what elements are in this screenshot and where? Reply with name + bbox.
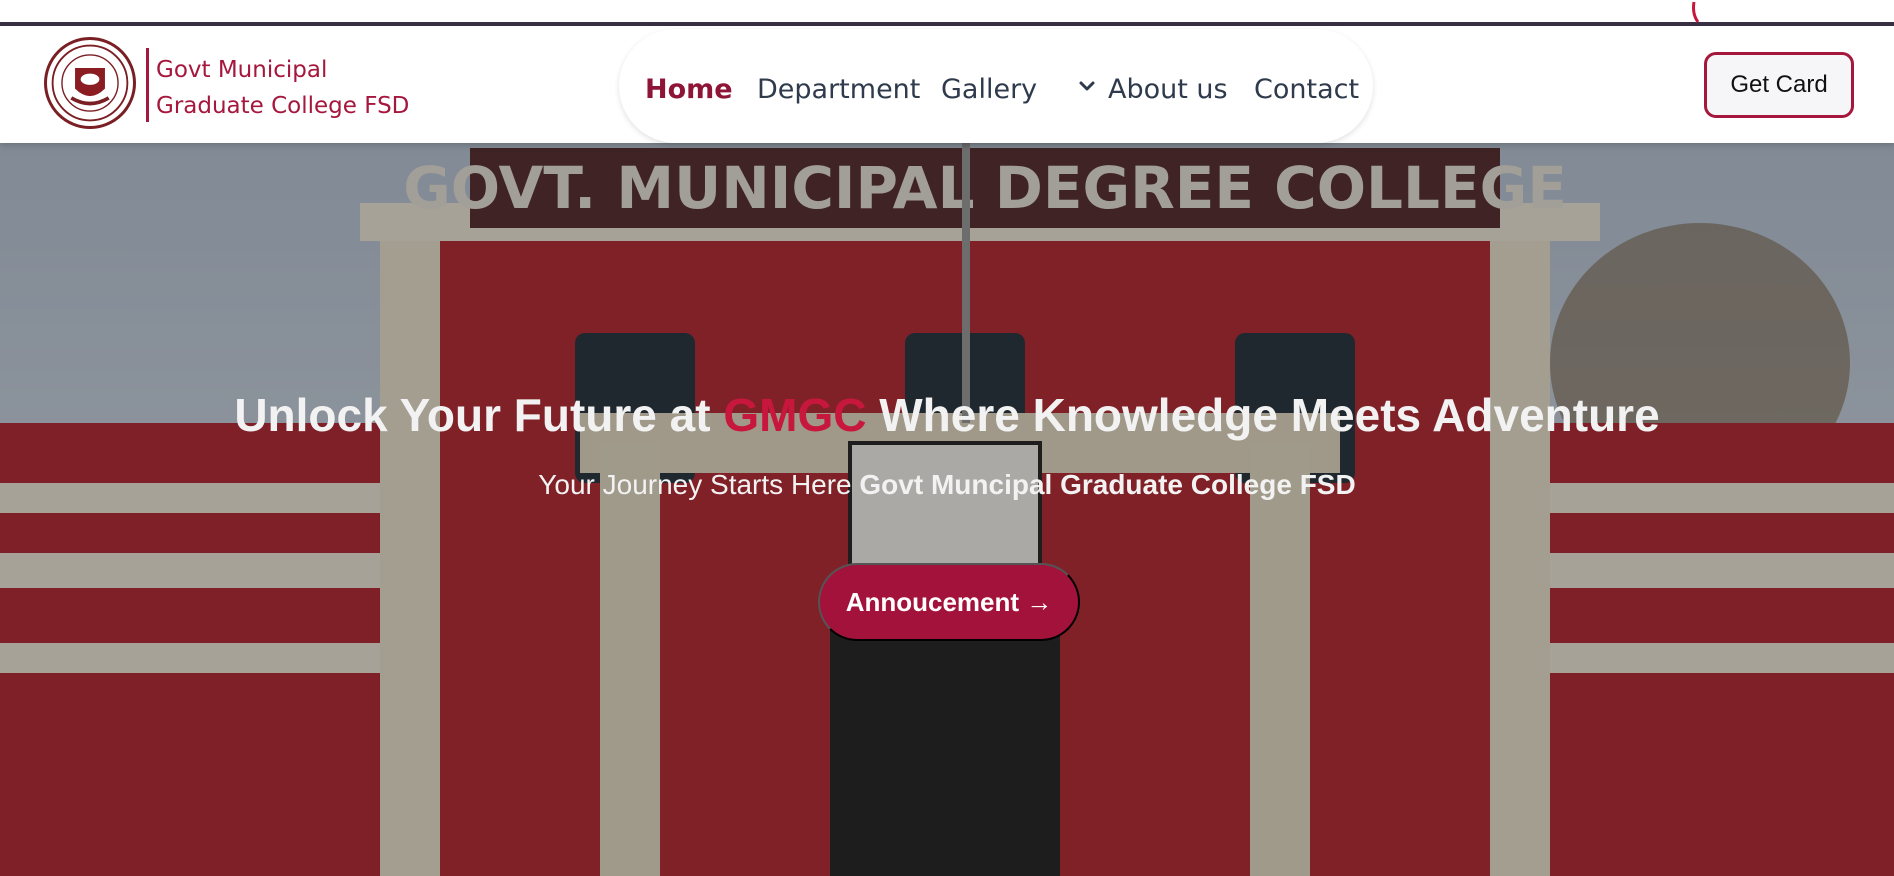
announcement-button[interactable]: Annoucement → bbox=[818, 563, 1080, 641]
chevron-down-icon[interactable] bbox=[1077, 74, 1097, 98]
nav-item-about-us[interactable]: About us bbox=[1108, 73, 1228, 107]
hero-title-suffix: Where Knowledge Meets Adventure bbox=[866, 389, 1660, 441]
hero-subtitle-prefix: Your Journey Starts Here bbox=[538, 469, 860, 500]
brand-name[interactable]: Govt Municipal Graduate College FSD bbox=[156, 52, 416, 124]
nav-item-gallery[interactable]: Gallery bbox=[941, 73, 1037, 107]
hero-section: GOVT. MUNICIPAL DEGREE COLLEGE Unlock Yo… bbox=[0, 143, 1894, 876]
main-nav: Home Department Gallery About us Contact bbox=[619, 29, 1373, 143]
hero-title-accent: GMGC bbox=[723, 389, 867, 441]
hero-title: Unlock Your Future at GMGC Where Knowled… bbox=[0, 388, 1894, 442]
get-card-button[interactable]: Get Card bbox=[1704, 52, 1854, 118]
college-seal-icon bbox=[51, 44, 129, 122]
nav-item-contact[interactable]: Contact bbox=[1254, 73, 1359, 107]
site-header: Govt Municipal Graduate College FSD Home… bbox=[0, 26, 1894, 143]
college-logo[interactable] bbox=[44, 37, 136, 129]
brand-line-2: Graduate College FSD bbox=[156, 93, 410, 119]
nav-item-department[interactable]: Department bbox=[757, 73, 920, 107]
top-strip bbox=[0, 0, 1894, 22]
red-mark bbox=[1692, 1, 1700, 23]
brand-line-1: Govt Municipal bbox=[156, 57, 328, 83]
hero-overlay bbox=[0, 143, 1894, 876]
hero-subtitle-college: Govt Muncipal Graduate College FSD bbox=[859, 469, 1356, 500]
hero-subtitle: Your Journey Starts Here Govt Muncipal G… bbox=[0, 469, 1894, 501]
hero-title-prefix: Unlock Your Future at bbox=[234, 389, 724, 441]
nav-item-home[interactable]: Home bbox=[645, 73, 733, 107]
brand-divider bbox=[146, 48, 149, 122]
